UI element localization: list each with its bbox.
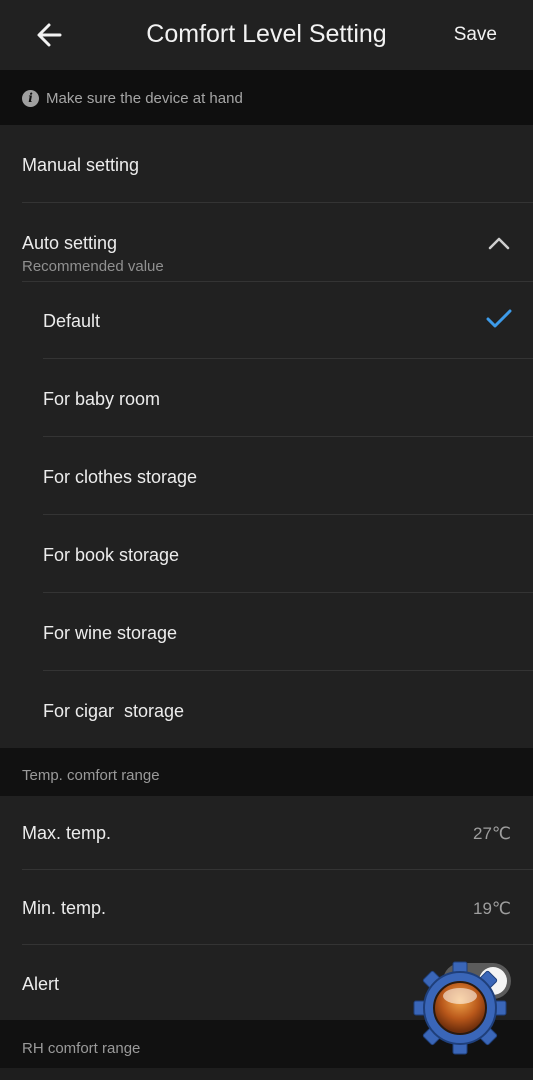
max-temp-value: 27℃ [472, 824, 511, 843]
option-baby-room[interactable]: For baby room [0, 359, 533, 437]
max-temp-label: Max. temp. [22, 823, 112, 843]
gear-icon[interactable] [410, 960, 510, 1060]
option-label: Default [43, 311, 101, 331]
option-clothes-storage[interactable]: For clothes storage [0, 437, 533, 515]
comfort-level-screen: Comfort Level Setting Save i Make sure t… [0, 0, 533, 1080]
auto-setting-sublabel: Recommended value [22, 258, 164, 275]
temp-section-title: Temp. comfort range [22, 767, 160, 784]
option-label: For cigar storage [43, 701, 185, 721]
option-wine-storage[interactable]: For wine storage [0, 593, 533, 671]
chevron-up-icon[interactable] [487, 235, 511, 251]
info-text: Make sure the device at hand [46, 90, 243, 107]
auto-setting-label: Auto setting [22, 233, 118, 253]
min-temp-label: Min. temp. [22, 898, 107, 918]
option-book-storage[interactable]: For book storage [0, 515, 533, 593]
rh-section-title: RH comfort range [22, 1040, 141, 1057]
option-label: For clothes storage [43, 467, 198, 487]
manual-setting-row[interactable]: Manual setting [0, 125, 533, 203]
option-default[interactable]: Default [0, 282, 533, 359]
info-icon: i [22, 90, 39, 107]
option-cigar-storage[interactable]: For cigar storage [0, 671, 533, 748]
save-button[interactable]: Save [454, 24, 497, 46]
header-bar: Comfort Level Setting Save [0, 0, 533, 70]
option-label: For book storage [43, 545, 180, 565]
alert-label: Alert [22, 974, 60, 994]
min-temp-value: 19℃ [472, 899, 511, 918]
checkmark-icon [486, 309, 512, 328]
option-label: For wine storage [43, 623, 178, 643]
option-label: For baby room [43, 389, 161, 409]
rh-card-top-edge [0, 1068, 533, 1080]
manual-setting-label: Manual setting [22, 155, 140, 175]
auto-setting-row[interactable]: Auto setting Recommended value [0, 203, 533, 281]
min-temp-row[interactable]: Min. temp. 19℃ [0, 870, 533, 945]
max-temp-row[interactable]: Max. temp. 27℃ [0, 796, 533, 870]
